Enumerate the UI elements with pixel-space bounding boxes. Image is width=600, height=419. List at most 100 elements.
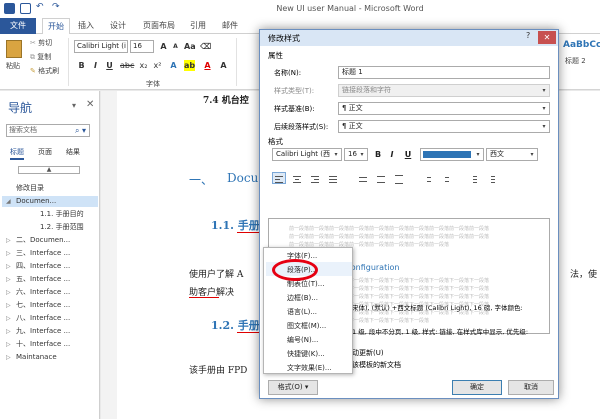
font-size-box[interactable]: 16 bbox=[130, 40, 154, 53]
tab-references[interactable]: 引用 bbox=[190, 18, 206, 34]
change-case-icon[interactable]: Aa bbox=[184, 41, 196, 52]
underline-button[interactable]: U bbox=[104, 60, 115, 71]
superscript-button[interactable]: x² bbox=[152, 60, 163, 71]
space-before-icon[interactable] bbox=[420, 172, 434, 184]
auto-update-label[interactable]: 动更新(U) bbox=[352, 348, 384, 358]
font-name-box[interactable]: Calibri Light (i bbox=[74, 40, 128, 53]
style-name-input[interactable]: 标题 1 bbox=[338, 66, 550, 79]
nav-item[interactable]: ▷ 二、Documen... bbox=[2, 235, 98, 246]
ok-button[interactable]: 确定 bbox=[452, 380, 502, 395]
underline-button[interactable]: U bbox=[402, 149, 414, 161]
font-color-select[interactable]: ▾ bbox=[420, 148, 484, 161]
strikethrough-button[interactable]: abc bbox=[120, 60, 134, 71]
bold-button[interactable]: B bbox=[76, 60, 87, 71]
language-select[interactable]: 西文 ▾ bbox=[486, 148, 538, 161]
nav-item[interactable]: ▷ 七、Interface ... bbox=[2, 300, 98, 311]
expand-arrow-icon[interactable]: ▷ bbox=[6, 313, 16, 324]
text-effects-icon[interactable]: A bbox=[168, 60, 179, 71]
format-menu-item[interactable]: 图文框(M)... bbox=[265, 319, 351, 333]
paste-icon[interactable] bbox=[6, 40, 22, 58]
align-right-button[interactable] bbox=[308, 172, 322, 184]
align-center-button[interactable] bbox=[290, 172, 304, 184]
format-menu-item[interactable]: 语言(L)... bbox=[265, 305, 351, 319]
nav-item[interactable]: 1.1. 手册目的 bbox=[2, 209, 98, 220]
grow-font-icon[interactable]: A bbox=[158, 41, 169, 52]
collapse-arrow-icon[interactable]: ▲ bbox=[18, 166, 80, 174]
next-style-select[interactable]: ¶ 正文 ▾ bbox=[338, 120, 550, 133]
close-icon[interactable]: ✕ bbox=[86, 99, 94, 110]
format-menu-item[interactable]: 快捷键(K)... bbox=[265, 347, 351, 361]
char-shading-icon[interactable]: A bbox=[218, 60, 229, 71]
expand-arrow-icon[interactable]: ▷ bbox=[6, 261, 16, 272]
bold-button[interactable]: B bbox=[372, 149, 384, 161]
search-icon[interactable]: ⌕ ▾ bbox=[75, 125, 86, 136]
space-after-icon[interactable] bbox=[438, 172, 452, 184]
nav-item[interactable]: 修改目录 bbox=[2, 183, 98, 194]
tab-pages[interactable]: 页面 bbox=[38, 147, 52, 157]
redo-icon[interactable]: ↷ bbox=[52, 3, 63, 14]
nav-item[interactable]: 1.2. 手册范围 bbox=[2, 222, 98, 233]
tab-design[interactable]: 设计 bbox=[110, 18, 126, 34]
cut-button[interactable]: ✂ 剪切 bbox=[30, 38, 52, 48]
dialog-font-select[interactable]: Calibri Light (西 ▾ bbox=[272, 148, 342, 161]
increase-indent-icon[interactable] bbox=[484, 172, 498, 184]
highlight-icon[interactable]: ab bbox=[184, 60, 195, 71]
expand-arrow-icon[interactable]: ▷ bbox=[6, 326, 16, 337]
align-left-button[interactable] bbox=[272, 172, 286, 184]
nav-item[interactable]: ▷ 九、Interface ... bbox=[2, 326, 98, 337]
undo-icon[interactable]: ↶ bbox=[36, 3, 47, 14]
italic-button[interactable]: I bbox=[90, 60, 101, 71]
justify-button[interactable] bbox=[326, 172, 340, 184]
clear-format-icon[interactable]: ⌫ bbox=[200, 41, 211, 52]
tab-mailings[interactable]: 邮件 bbox=[222, 18, 238, 34]
font-color-icon[interactable]: A bbox=[202, 60, 213, 71]
new-docs-template-label[interactable]: 该模板的新文档 bbox=[352, 360, 401, 370]
format-dropdown-button[interactable]: 格式(O) ▾ bbox=[268, 380, 318, 395]
expand-arrow-icon[interactable]: ▷ bbox=[6, 248, 16, 259]
tab-results[interactable]: 结果 bbox=[66, 147, 80, 157]
tab-home[interactable]: 开始 bbox=[42, 18, 70, 34]
expand-arrow-icon[interactable]: ▷ bbox=[6, 300, 16, 311]
nav-item[interactable]: ▷ 五、Interface ... bbox=[2, 274, 98, 285]
expand-arrow-icon[interactable]: ▷ bbox=[6, 235, 16, 246]
line-spacing-double-button[interactable] bbox=[392, 172, 406, 184]
tab-page-layout[interactable]: 页面布局 bbox=[143, 18, 175, 34]
format-menu-item[interactable]: 编号(N)... bbox=[265, 333, 351, 347]
pane-options-icon[interactable]: ▾ bbox=[72, 101, 76, 110]
expand-arrow-icon[interactable]: ▷ bbox=[6, 274, 16, 285]
expand-arrow-icon[interactable]: ▷ bbox=[6, 352, 16, 363]
shrink-font-icon[interactable]: A bbox=[170, 41, 181, 52]
nav-item[interactable]: ◢ Documen... bbox=[2, 196, 98, 207]
decrease-indent-icon[interactable] bbox=[466, 172, 480, 184]
tab-file[interactable]: 文件 bbox=[0, 18, 36, 34]
paste-button-label[interactable]: 粘贴 bbox=[6, 61, 20, 71]
nav-item[interactable]: ▷ 三、Interface ... bbox=[2, 248, 98, 259]
based-on-select[interactable]: ¶ 正文 ▾ bbox=[338, 102, 550, 115]
subscript-button[interactable]: x₂ bbox=[138, 60, 149, 71]
tab-insert[interactable]: 插入 bbox=[78, 18, 94, 34]
copy-button[interactable]: ⧉ 复制 bbox=[30, 52, 51, 62]
nav-search-input[interactable]: 搜索文档 ⌕ ▾ bbox=[6, 124, 90, 137]
nav-item[interactable]: ▷ 八、Interface ... bbox=[2, 313, 98, 324]
expand-arrow-icon[interactable]: ◢ bbox=[6, 196, 16, 207]
format-painter-button[interactable]: ✎ 格式刷 bbox=[30, 66, 59, 76]
nav-item[interactable]: ▷ 十、Interface ... bbox=[2, 339, 98, 350]
line-spacing-single-button[interactable] bbox=[356, 172, 370, 184]
dialog-size-select[interactable]: 16 ▾ bbox=[344, 148, 368, 161]
nav-item[interactable]: ▷ 六、Interface ... bbox=[2, 287, 98, 298]
save-icon[interactable] bbox=[20, 3, 31, 14]
expand-arrow-icon[interactable]: ▷ bbox=[6, 339, 16, 350]
line-spacing-1-5-button[interactable] bbox=[374, 172, 388, 184]
nav-item[interactable]: ▷ Maintanace bbox=[2, 352, 98, 363]
format-menu-item[interactable]: 制表位(T)... bbox=[265, 277, 351, 291]
tab-headings[interactable]: 标题 bbox=[10, 147, 24, 160]
cancel-button[interactable]: 取消 bbox=[508, 380, 554, 395]
italic-button[interactable]: I bbox=[386, 149, 398, 161]
format-menu-item[interactable]: 边框(B)... bbox=[265, 291, 351, 305]
expand-arrow-icon[interactable]: ▷ bbox=[6, 287, 16, 298]
nav-item[interactable]: ▷ 四、Interface ... bbox=[2, 261, 98, 272]
close-icon[interactable]: ✕ bbox=[538, 31, 556, 44]
styles-preview[interactable]: AaBbCc bbox=[563, 40, 600, 50]
help-icon[interactable]: ? bbox=[526, 31, 530, 40]
format-menu-item[interactable]: 文字效果(E)... bbox=[265, 361, 351, 375]
